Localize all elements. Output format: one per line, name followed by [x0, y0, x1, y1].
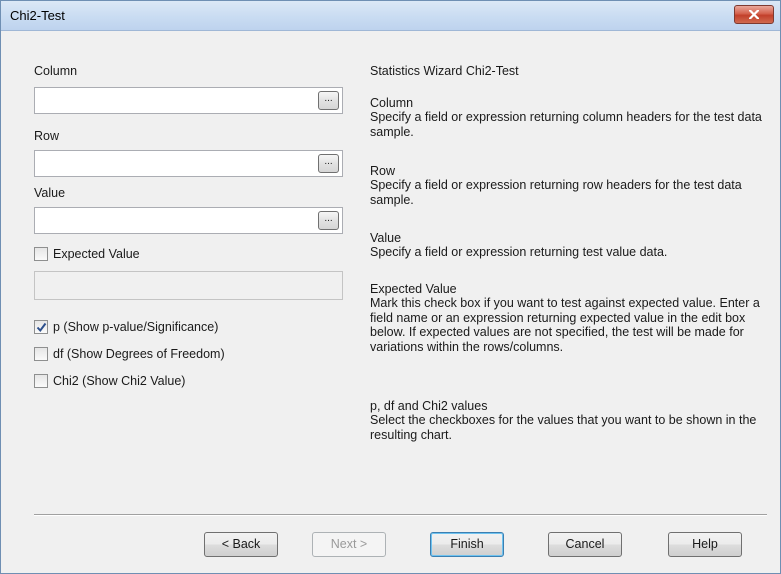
help-column-text: Specify a field or expression returning …: [370, 110, 762, 139]
help-values-text: Select the checkboxes for the values tha…: [370, 413, 757, 442]
cancel-button[interactable]: Cancel: [548, 532, 622, 557]
chi2-checkbox[interactable]: [34, 374, 48, 388]
window-title: Chi2-Test: [10, 8, 65, 23]
column-input[interactable]: [35, 88, 305, 113]
title-bar: Chi2-Test: [1, 1, 780, 31]
value-input[interactable]: [35, 208, 305, 233]
expected-value-field: [34, 271, 343, 300]
expected-value-input[interactable]: [35, 272, 335, 297]
separator: [34, 514, 767, 516]
help-row-title: Row: [370, 164, 396, 178]
value-browse-button[interactable]: ...: [318, 211, 339, 230]
help-heading: Statistics Wizard Chi2-Test: [370, 64, 519, 78]
p-value-checkbox[interactable]: [34, 320, 48, 334]
p-value-option[interactable]: p (Show p-value/Significance): [34, 319, 218, 335]
df-label: df (Show Degrees of Freedom): [53, 347, 225, 361]
close-icon: [749, 10, 759, 19]
chi2-label: Chi2 (Show Chi2 Value): [53, 374, 186, 388]
help-column-title: Column: [370, 96, 414, 110]
help-expected-title: Expected Value: [370, 282, 457, 296]
expected-value-label: Expected Value: [53, 247, 140, 261]
next-button[interactable]: Next >: [312, 532, 386, 557]
chi2-option[interactable]: Chi2 (Show Chi2 Value): [34, 373, 185, 389]
value-label: Value: [34, 186, 66, 200]
df-option[interactable]: df (Show Degrees of Freedom): [34, 346, 225, 362]
p-value-label: p (Show p-value/Significance): [53, 320, 219, 334]
close-button[interactable]: [734, 5, 774, 24]
row-browse-button[interactable]: ...: [318, 154, 339, 173]
help-button[interactable]: Help: [668, 532, 742, 557]
help-value-title: Value: [370, 231, 402, 245]
expected-value-checkbox[interactable]: [34, 247, 48, 261]
help-value-text: Specify a field or expression returning …: [370, 245, 668, 259]
back-button[interactable]: < Back: [204, 532, 278, 557]
help-values-title: p, df and Chi2 values: [370, 399, 488, 413]
finish-button[interactable]: Finish: [430, 532, 504, 557]
value-field: ...: [34, 207, 343, 234]
help-expected-text: Mark this check box if you want to test …: [370, 296, 760, 354]
chi2-test-dialog: Chi2-Test Column ... Row ... Value ... E…: [0, 0, 781, 574]
expected-value-option[interactable]: Expected Value: [34, 246, 140, 262]
check-mark-icon: [36, 322, 47, 333]
column-label: Column: [34, 64, 78, 78]
row-field: ...: [34, 150, 343, 177]
row-label: Row: [34, 129, 60, 143]
help-row-text: Specify a field or expression returning …: [370, 178, 742, 207]
column-browse-button[interactable]: ...: [318, 91, 339, 110]
df-checkbox[interactable]: [34, 347, 48, 361]
column-field: ...: [34, 87, 343, 114]
row-input[interactable]: [35, 151, 305, 176]
